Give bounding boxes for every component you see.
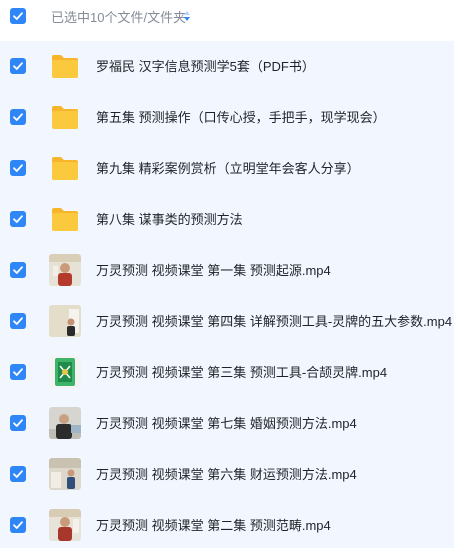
row-checkbox[interactable] [10,211,26,227]
file-name[interactable]: 第九集 精彩案例赏析（立明堂年会客人分享） [96,161,360,177]
row-checkbox[interactable] [10,160,26,176]
video-thumbnail [49,458,81,490]
check-icon [13,62,23,70]
file-row[interactable]: 万灵预测 视频课堂 第一集 预测起源.mp4 [0,245,454,296]
file-row[interactable]: 万灵预测 视频课堂 第七集 婚姻预测方法.mp4 [0,398,454,449]
file-name[interactable]: 万灵预测 视频课堂 第四集 详解预测工具-灵牌的五大参数.mp4 [96,314,452,330]
file-row[interactable]: 第八集 谋事类的预测方法 [0,194,454,245]
file-name[interactable]: 万灵预测 视频课堂 第七集 婚姻预测方法.mp4 [96,416,357,432]
check-icon [13,521,23,529]
video-thumbnail [49,305,81,337]
check-icon [13,164,23,172]
check-icon [13,470,23,478]
selection-header: 已选中10个文件/文件夹 [0,0,454,36]
sort-arrows-icon[interactable] [183,10,191,22]
video-thumbnail [49,356,81,388]
file-name[interactable]: 第五集 预测操作（口传心授，手把手，现学现会） [96,110,386,126]
row-checkbox[interactable] [10,466,26,482]
select-all-checkbox[interactable] [10,8,26,24]
row-checkbox[interactable] [10,58,26,74]
folder-icon [48,100,82,134]
folder-icon [48,151,82,185]
file-row[interactable]: 第五集 预测操作（口传心授，手把手，现学现会） [0,92,454,143]
row-checkbox[interactable] [10,262,26,278]
file-row[interactable]: 万灵预测 视频课堂 第四集 详解预测工具-灵牌的五大参数.mp4 [0,296,454,347]
file-name[interactable]: 万灵预测 视频课堂 第一集 预测起源.mp4 [96,263,331,279]
row-checkbox[interactable] [10,415,26,431]
row-checkbox[interactable] [10,109,26,125]
file-row[interactable]: 第九集 精彩案例赏析（立明堂年会客人分享） [0,143,454,194]
file-row[interactable]: 万灵预测 视频课堂 第六集 财运预测方法.mp4 [0,449,454,500]
video-thumbnail [49,407,81,439]
file-name[interactable]: 第八集 谋事类的预测方法 [96,212,243,228]
row-checkbox[interactable] [10,517,26,533]
video-thumbnail [49,509,81,541]
file-name[interactable]: 万灵预测 视频课堂 第二集 预测范畴.mp4 [96,518,331,534]
check-icon [13,317,23,325]
file-name[interactable]: 万灵预测 视频课堂 第六集 财运预测方法.mp4 [96,467,357,483]
check-icon [13,368,23,376]
folder-icon [48,49,82,83]
file-row[interactable]: 万灵预测 视频课堂 第二集 预测范畴.mp4 [0,500,454,551]
file-row[interactable]: 罗福民 汉字信息预测学5套（PDF书） [0,41,454,92]
file-row[interactable]: 万灵预测 视频课堂 第三集 预测工具-合颉灵牌.mp4 [0,347,454,398]
check-icon [13,12,23,20]
check-icon [13,215,23,223]
check-icon [13,113,23,121]
file-list: 罗福民 汉字信息预测学5套（PDF书） 第五集 预测操作（口传心授，手把手，现学现… [0,41,454,548]
video-thumbnail [49,254,81,286]
row-checkbox[interactable] [10,313,26,329]
check-icon [13,419,23,427]
file-name[interactable]: 罗福民 汉字信息预测学5套（PDF书） [96,59,315,75]
check-icon [13,266,23,274]
folder-icon [48,202,82,236]
row-checkbox[interactable] [10,364,26,380]
file-name[interactable]: 万灵预测 视频课堂 第三集 预测工具-合颉灵牌.mp4 [96,365,387,381]
selection-count-label: 已选中10个文件/文件夹 [51,10,187,25]
